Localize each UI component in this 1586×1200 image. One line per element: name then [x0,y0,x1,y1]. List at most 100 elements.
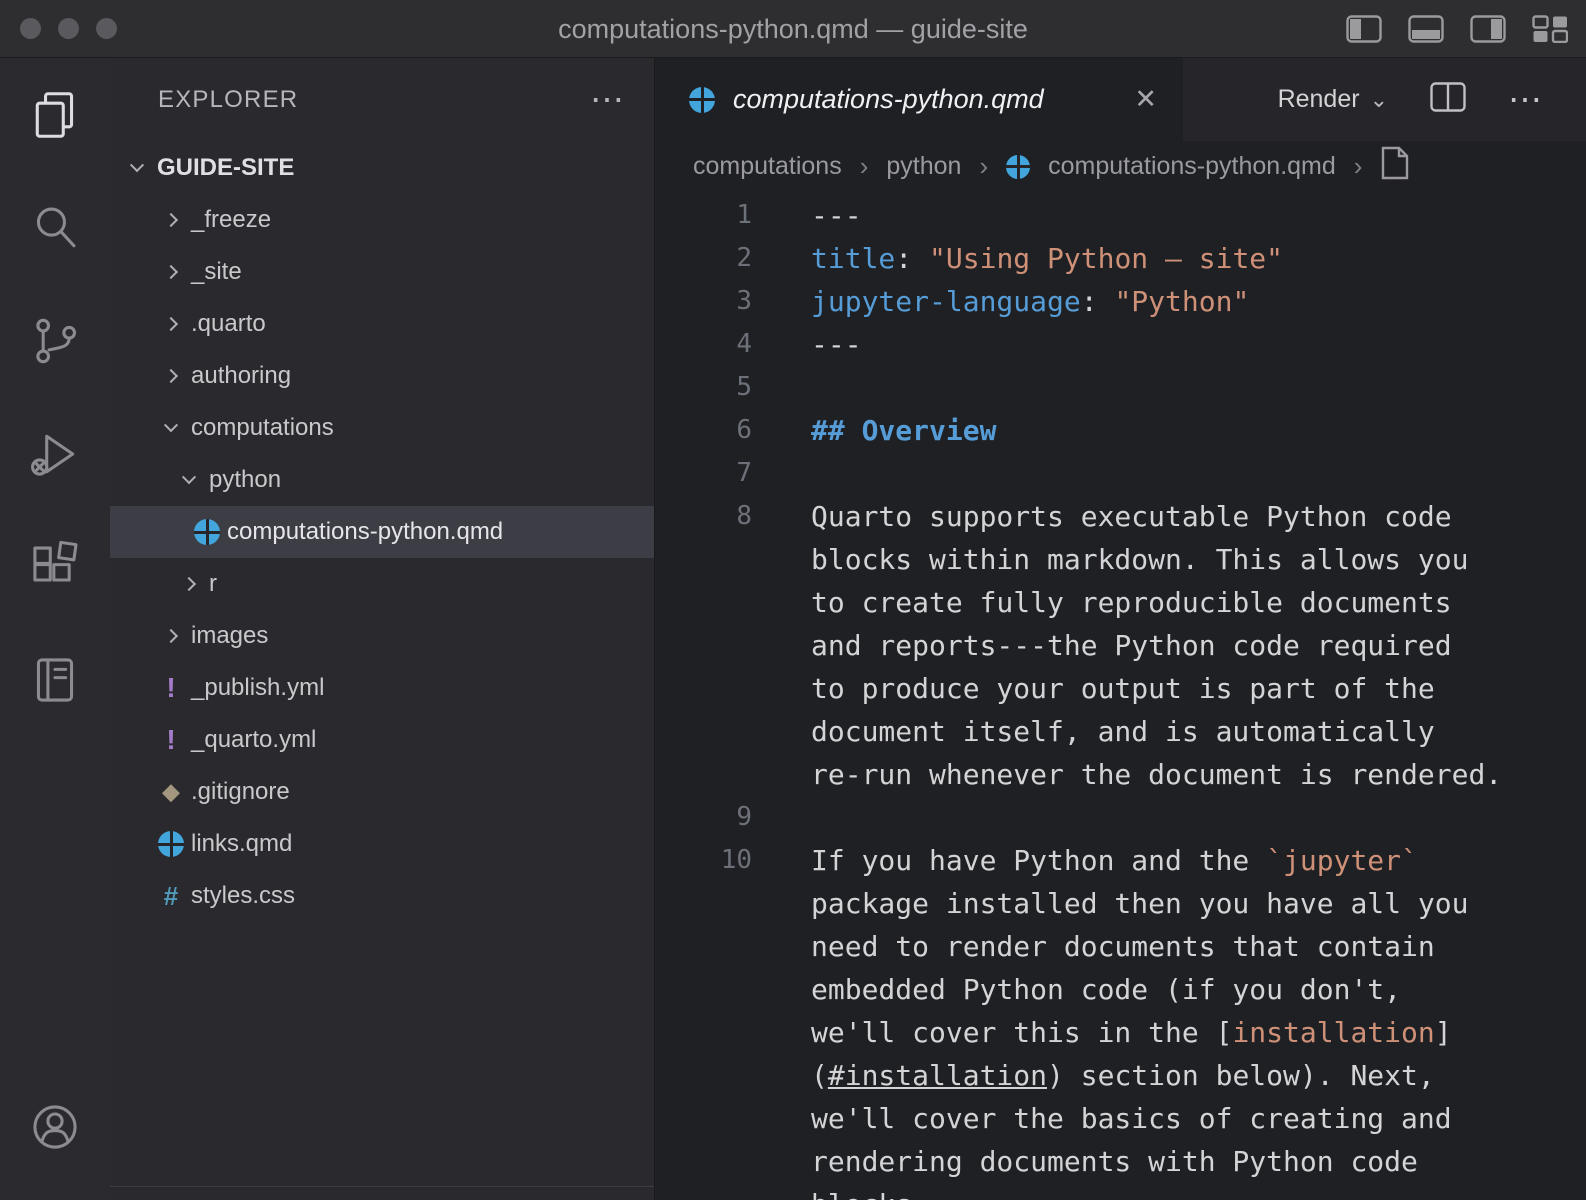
code-line[interactable]: and reports---the Python code required [655,624,1586,667]
code-line[interactable]: 9 [655,796,1586,839]
line-number [655,1054,752,1097]
split-editor-icon[interactable] [1430,82,1466,117]
code-line[interactable]: embedded Python code (if you don't, [655,968,1586,1011]
code-line-text: to create fully reproducible documents [752,581,1452,624]
explorer-icon[interactable] [27,87,83,143]
code-line[interactable]: we'll cover the basics of creating and [655,1097,1586,1140]
code-line[interactable]: 1--- [655,194,1586,237]
outline-section-header[interactable]: OUTLINE [110,1186,654,1200]
code-line-text: title: "Using Python — site" [752,237,1283,280]
code-line[interactable]: 2title: "Using Python — site" [655,237,1586,280]
code-line[interactable]: need to render documents that contain [655,925,1586,968]
tree-item-label: _site [191,258,242,286]
tree-item-python[interactable]: python [110,454,654,506]
tree-item--freeze[interactable]: _freeze [110,194,654,246]
code-line-text: (#installation) section below). Next, [752,1054,1435,1097]
line-number: 6 [655,409,752,452]
customize-layout-icon[interactable] [1532,15,1568,43]
code-line[interactable]: 4--- [655,323,1586,366]
line-number: 3 [655,280,752,323]
breadcrumb-separator-icon: › [860,151,869,182]
toggle-panel-icon[interactable] [1408,15,1444,43]
editor-group: computations-python.qmd ✕ Render ⌄ ⋯ com… [655,58,1586,1200]
tree-item-label: authoring [191,362,291,390]
code-line[interactable]: (#installation) section below). Next, [655,1054,1586,1097]
line-number [655,882,752,925]
breadcrumb-folder[interactable]: python [886,152,961,181]
tree-root-folder[interactable]: GUIDE-SITE [110,142,654,194]
tree-item-label: images [191,622,268,650]
extensions-icon[interactable] [27,539,83,595]
chevron-down-icon [164,418,178,432]
chevron-right-icon [182,577,196,591]
code-line-text: jupyter-language: "Python" [752,280,1249,323]
line-number [655,753,752,796]
code-line-text: embedded Python code (if you don't, [752,968,1401,1011]
source-control-icon[interactable] [27,313,83,369]
code-line[interactable]: we'll cover this in the [installation] [655,1011,1586,1054]
chevron-down-icon [182,470,196,484]
tree-item--gitignore[interactable]: ◆.gitignore [110,766,654,818]
close-tab-icon[interactable]: ✕ [1134,84,1157,115]
tree-item-computations[interactable]: computations [110,402,654,454]
editor-more-actions-icon[interactable]: ⋯ [1508,90,1542,110]
breadcrumb-file[interactable]: computations-python.qmd [1048,152,1336,181]
tab-computations-python[interactable]: computations-python.qmd ✕ [655,58,1183,141]
code-line[interactable]: rendering documents with Python code [655,1140,1586,1183]
chevron-down-icon: ⌄ [1370,87,1388,113]
line-number: 7 [655,452,752,495]
code-line[interactable]: 3jupyter-language: "Python" [655,280,1586,323]
code-line[interactable]: blocks within markdown. This allows you [655,538,1586,581]
code-line-text: --- [752,194,862,237]
tree-item-computations-python-qmd[interactable]: computations-python.qmd [110,506,654,558]
code-line[interactable]: 5 [655,366,1586,409]
explorer-more-actions-icon[interactable]: ⋯ [590,90,624,110]
tree-item-links-qmd[interactable]: links.qmd [110,818,654,870]
tab-bar: computations-python.qmd ✕ Render ⌄ ⋯ [655,58,1586,141]
tree-item-r[interactable]: r [110,558,654,610]
file-symbol-icon [1380,146,1410,187]
tree-item-images[interactable]: images [110,610,654,662]
run-and-debug-icon[interactable] [27,426,83,482]
tree-item--quarto-yml[interactable]: !_quarto.yml [110,714,654,766]
tree-item--quarto[interactable]: .quarto [110,298,654,350]
line-number [655,581,752,624]
toggle-primary-sidebar-icon[interactable] [1346,15,1382,43]
line-number [655,1097,752,1140]
line-number [655,1140,752,1183]
tree-item--publish-yml[interactable]: !_publish.yml [110,662,654,714]
tree-item--site[interactable]: _site [110,246,654,298]
code-line[interactable]: 10If you have Python and the `jupyter` [655,839,1586,882]
code-line[interactable]: to produce your output is part of the [655,667,1586,710]
tree-item-label: .gitignore [191,778,290,806]
tree-item-label: links.qmd [191,830,292,858]
quarto-icon [689,87,715,113]
code-line[interactable]: 8Quarto supports executable Python code [655,495,1586,538]
chevron-right-icon [164,317,178,331]
code-line[interactable]: blocks. [655,1183,1586,1200]
render-label: Render [1278,85,1360,114]
search-icon[interactable] [27,200,83,256]
code-line-text: rendering documents with Python code [752,1140,1418,1183]
explorer-header: EXPLORER ⋯ [110,58,654,142]
render-button[interactable]: Render ⌄ [1278,85,1388,114]
code-line-text [752,366,811,409]
code-line[interactable]: package installed then you have all you [655,882,1586,925]
code-line[interactable]: re-run whenever the document is rendered… [655,753,1586,796]
toggle-secondary-sidebar-icon[interactable] [1470,15,1506,43]
breadcrumb-separator-icon: › [1354,151,1363,182]
code-line[interactable]: document itself, and is automatically [655,710,1586,753]
notebook-icon[interactable] [27,652,83,708]
breadcrumb-separator-icon: › [979,151,988,182]
line-number [655,710,752,753]
code-line[interactable]: 7 [655,452,1586,495]
tree-item-authoring[interactable]: authoring [110,350,654,402]
tree-item-styles-css[interactable]: #styles.css [110,870,654,922]
titlebar-layout-controls [1346,0,1568,58]
code-line[interactable]: to create fully reproducible documents [655,581,1586,624]
breadcrumb-folder[interactable]: computations [693,152,842,181]
tree-item-label: r [209,570,217,598]
accounts-icon[interactable] [27,1099,83,1155]
code-line[interactable]: 6## Overview [655,409,1586,452]
code-area[interactable]: 1---2title: "Using Python — site"3jupyte… [655,192,1586,1200]
